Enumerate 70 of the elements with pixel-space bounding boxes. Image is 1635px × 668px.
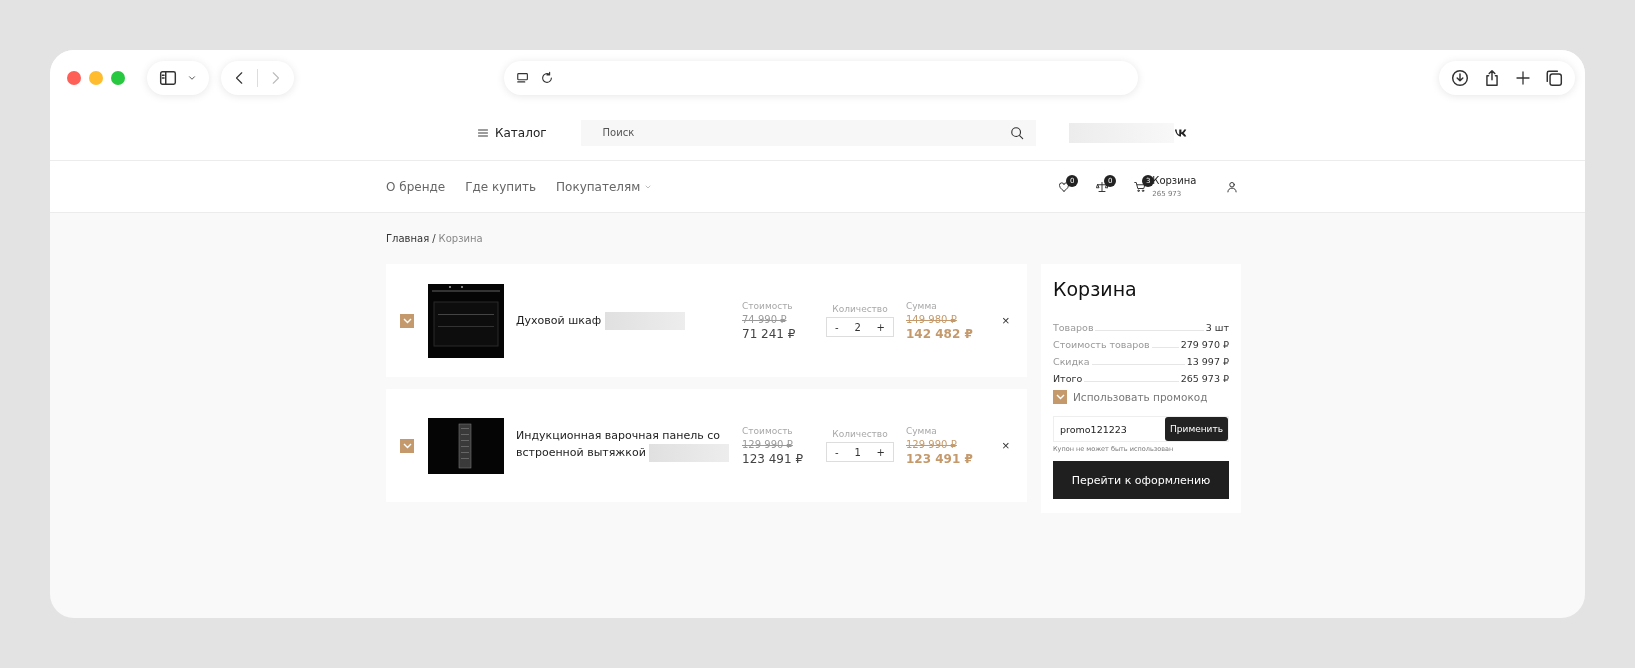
remove-button[interactable]: × — [1002, 313, 1010, 328]
price-label: Стоимость — [742, 300, 794, 311]
quantity-label: Количество — [832, 429, 888, 439]
breadcrumb[interactable]: Главная — [386, 233, 430, 244]
price: 123 491 ₽ — [742, 451, 805, 466]
search-input[interactable]: Поиск — [600, 126, 1010, 139]
tabs-icon — [1545, 68, 1563, 87]
checkbox[interactable] — [400, 438, 414, 453]
checkbox[interactable] — [400, 313, 414, 328]
search-icon — [1009, 125, 1024, 140]
reader-icon — [516, 70, 530, 85]
price-label: Стоимость — [742, 425, 794, 436]
summary-value: 279 970 ₽ — [1180, 339, 1229, 350]
plus-icon — [1515, 69, 1531, 86]
nav-link[interactable]: Где купить — [465, 179, 537, 194]
catalog-button[interactable]: Каталог — [477, 125, 547, 140]
download-icon — [1451, 68, 1469, 87]
sum-label: Сумма — [906, 300, 938, 311]
breadcrumb-separator: / — [432, 233, 436, 244]
old-sum: 149 980 ₽ — [906, 313, 958, 325]
quantity-value: 2 — [854, 321, 861, 333]
summary-label: Итого — [1053, 373, 1083, 384]
check-icon — [1055, 394, 1065, 400]
checkbox[interactable] — [1053, 390, 1067, 404]
summary-label: Стоимость товаров — [1053, 339, 1150, 350]
quantity-label: Количество — [832, 304, 888, 314]
search-field[interactable]: Поиск — [580, 119, 1036, 146]
decrease-button[interactable]: - — [835, 321, 839, 333]
sum: 123 491 ₽ — [906, 451, 974, 466]
sidebar-button[interactable] — [147, 60, 209, 95]
decrease-button[interactable]: - — [835, 446, 839, 458]
nav-link[interactable]: Покупателям — [556, 179, 653, 194]
summary-value: 13 997 ₽ — [1186, 356, 1229, 367]
cart-icon — [1134, 180, 1147, 193]
product-name[interactable]: Индукционная варочная панель со встроенной вытяжкой — [516, 429, 738, 462]
breadcrumb[interactable]: Корзина — [438, 233, 483, 244]
sum: 142 482 ₽ — [906, 326, 974, 341]
increase-button[interactable]: + — [876, 446, 885, 458]
summary-label: Скидка — [1053, 356, 1090, 367]
old-price: 129 990 ₽ — [742, 438, 794, 450]
summary-title: Корзина — [1053, 278, 1138, 300]
promo-input-box[interactable]: promo121223 Применить — [1053, 416, 1229, 442]
user-icon — [1226, 180, 1239, 193]
zoom-window-button[interactable] — [111, 70, 125, 85]
sidebar-icon — [159, 68, 177, 87]
share-icon — [1483, 68, 1501, 87]
sum-label: Сумма — [906, 425, 938, 436]
reload-icon — [540, 70, 554, 85]
old-sum: 129 990 ₽ — [906, 438, 958, 450]
quantity-value: 1 — [854, 446, 861, 458]
minimize-window-button[interactable] — [89, 70, 103, 85]
summary-value: 265 973 ₽ — [1180, 373, 1229, 384]
heart-icon — [1058, 180, 1071, 193]
summary-label: Товаров — [1053, 322, 1094, 333]
old-price: 74 990 ₽ — [742, 313, 788, 325]
close-window-button[interactable] — [67, 70, 81, 85]
checkout-button[interactable]: Перейти к оформлению — [1053, 461, 1229, 499]
increase-button[interactable]: + — [876, 321, 885, 333]
remove-button[interactable]: × — [1002, 438, 1010, 453]
scales-icon — [1096, 180, 1109, 193]
cart-label[interactable]: Корзина — [1152, 175, 1197, 186]
apply-button[interactable]: Применить — [1165, 417, 1228, 441]
product-name[interactable]: Духовой шкаф — [516, 311, 738, 330]
price: 71 241 ₽ — [742, 326, 797, 341]
menu-icon — [477, 126, 489, 139]
summary-value: 3 шт — [1205, 322, 1229, 333]
promo-label: Использовать промокод — [1073, 391, 1208, 403]
check-icon — [402, 317, 412, 324]
check-icon — [402, 442, 412, 449]
nav-link[interactable]: О бренде — [386, 179, 446, 194]
